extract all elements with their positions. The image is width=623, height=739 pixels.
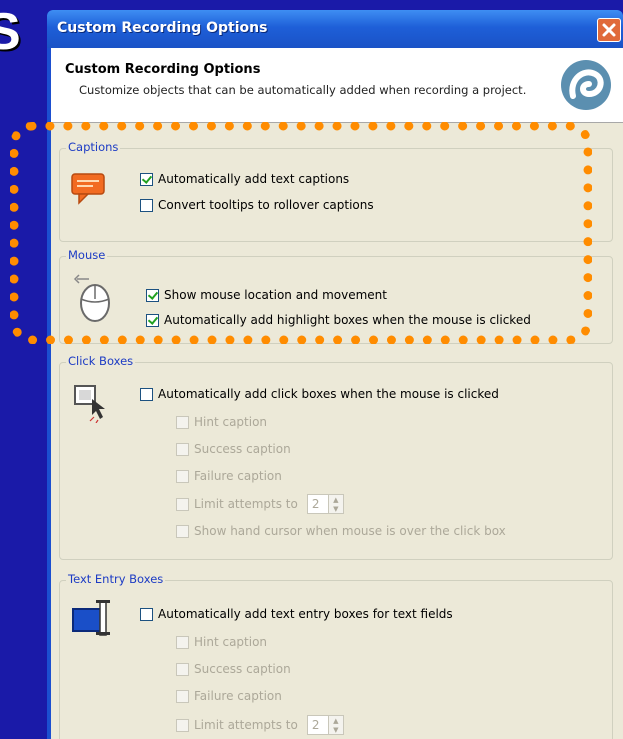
checkbox[interactable] (146, 313, 159, 327)
attempts-input[interactable]: 2 (306, 494, 329, 514)
caption-icon (71, 173, 105, 205)
stepper-arrows[interactable]: ▲ ▼ (328, 715, 344, 735)
stepper-arrows[interactable]: ▲ ▼ (328, 494, 344, 514)
option-label: Automatically add text captions (158, 172, 350, 186)
captions-group-title: Captions (66, 140, 121, 154)
option-text-limit-attempts[interactable]: Limit attempts to 2 ▲ ▼ (176, 715, 344, 735)
mouse-group-title: Mouse (66, 248, 108, 262)
option-label: Show hand cursor when mouse is over the … (194, 524, 506, 538)
option-text-success-caption[interactable]: Success caption (176, 662, 291, 676)
checkbox[interactable] (140, 607, 153, 621)
title-bar[interactable]: Custom Recording Options (47, 10, 623, 48)
option-label: Automatically add text entry boxes for t… (158, 607, 453, 621)
close-icon (602, 23, 616, 37)
option-label: Success caption (194, 662, 291, 676)
option-label: Automatically add click boxes when the m… (158, 387, 499, 401)
click-boxes-group-title: Click Boxes (66, 354, 136, 368)
option-label: Hint caption (194, 415, 268, 429)
click-boxes-group: Click Boxes Automatically add click boxe… (59, 354, 613, 560)
checkbox[interactable] (176, 689, 189, 703)
option-click-failure-caption[interactable]: Failure caption (176, 469, 282, 483)
option-click-limit-attempts[interactable]: Limit attempts to 2 ▲ ▼ (176, 494, 344, 514)
checkbox[interactable] (176, 524, 189, 538)
checkbox[interactable] (176, 635, 189, 649)
checkbox[interactable] (140, 387, 153, 401)
option-label: Success caption (194, 442, 291, 456)
option-label: Hint caption (194, 635, 268, 649)
option-label: Limit attempts to (194, 718, 298, 732)
attempts-stepper[interactable]: 2 ▲ ▼ (306, 494, 344, 514)
up-arrow-icon[interactable]: ▲ (333, 496, 338, 504)
checkbox[interactable] (146, 288, 159, 302)
slide-title-fragment: S (0, 3, 21, 61)
mouse-icon (73, 274, 110, 322)
option-add-highlight-boxes[interactable]: Automatically add highlight boxes when t… (146, 313, 531, 327)
option-label: Limit attempts to (194, 497, 298, 511)
option-click-hand-cursor[interactable]: Show hand cursor when mouse is over the … (176, 524, 506, 538)
option-add-click-boxes[interactable]: Automatically add click boxes when the m… (140, 387, 499, 401)
text-entry-box-icon (72, 600, 110, 636)
checkbox[interactable] (176, 442, 189, 456)
dialog-client-area: Custom Recording Options Customize objec… (51, 48, 623, 739)
option-label: Failure caption (194, 469, 282, 483)
captions-group: Captions Automatically add text captions… (59, 140, 613, 242)
checkbox[interactable] (176, 662, 189, 676)
header-description: Customize objects that can be automatica… (79, 83, 527, 97)
option-label: Failure caption (194, 689, 282, 703)
custom-recording-options-dialog: Custom Recording Options Custom Recordin… (47, 10, 623, 739)
click-box-icon (74, 385, 105, 423)
option-text-failure-caption[interactable]: Failure caption (176, 689, 282, 703)
attempts-input[interactable]: 2 (306, 715, 329, 735)
checkbox[interactable] (176, 469, 189, 483)
option-click-hint-caption[interactable]: Hint caption (176, 415, 267, 429)
header-title: Custom Recording Options (65, 62, 261, 77)
dialog-header: Custom Recording Options Customize objec… (51, 48, 623, 123)
option-convert-tooltips[interactable]: Convert tooltips to rollover captions (140, 198, 374, 212)
option-text-hint-caption[interactable]: Hint caption (176, 635, 267, 649)
checkbox[interactable] (140, 172, 153, 186)
option-add-text-entry-boxes[interactable]: Automatically add text entry boxes for t… (140, 607, 453, 621)
captivate-logo-icon (561, 60, 611, 110)
down-arrow-icon[interactable]: ▼ (333, 505, 338, 513)
mouse-group: Mouse Show mouse location and movement A… (59, 248, 613, 344)
checkbox[interactable] (176, 415, 189, 429)
text-entry-boxes-group: Text Entry Boxes Automatically add text … (59, 572, 613, 739)
up-arrow-icon[interactable]: ▲ (333, 717, 338, 725)
option-add-text-captions[interactable]: Automatically add text captions (140, 172, 349, 186)
attempts-stepper[interactable]: 2 ▲ ▼ (306, 715, 344, 735)
option-label: Convert tooltips to rollover captions (158, 198, 374, 212)
down-arrow-icon[interactable]: ▼ (333, 726, 338, 734)
text-entry-boxes-group-title: Text Entry Boxes (66, 572, 166, 586)
close-button[interactable] (597, 18, 621, 42)
checkbox[interactable] (140, 198, 153, 212)
checkbox[interactable] (176, 497, 189, 511)
option-label: Show mouse location and movement (164, 288, 387, 302)
window-title: Custom Recording Options (57, 20, 268, 36)
option-label: Automatically add highlight boxes when t… (164, 313, 531, 327)
option-click-success-caption[interactable]: Success caption (176, 442, 291, 456)
option-show-mouse[interactable]: Show mouse location and movement (146, 288, 387, 302)
checkbox[interactable] (176, 718, 189, 732)
